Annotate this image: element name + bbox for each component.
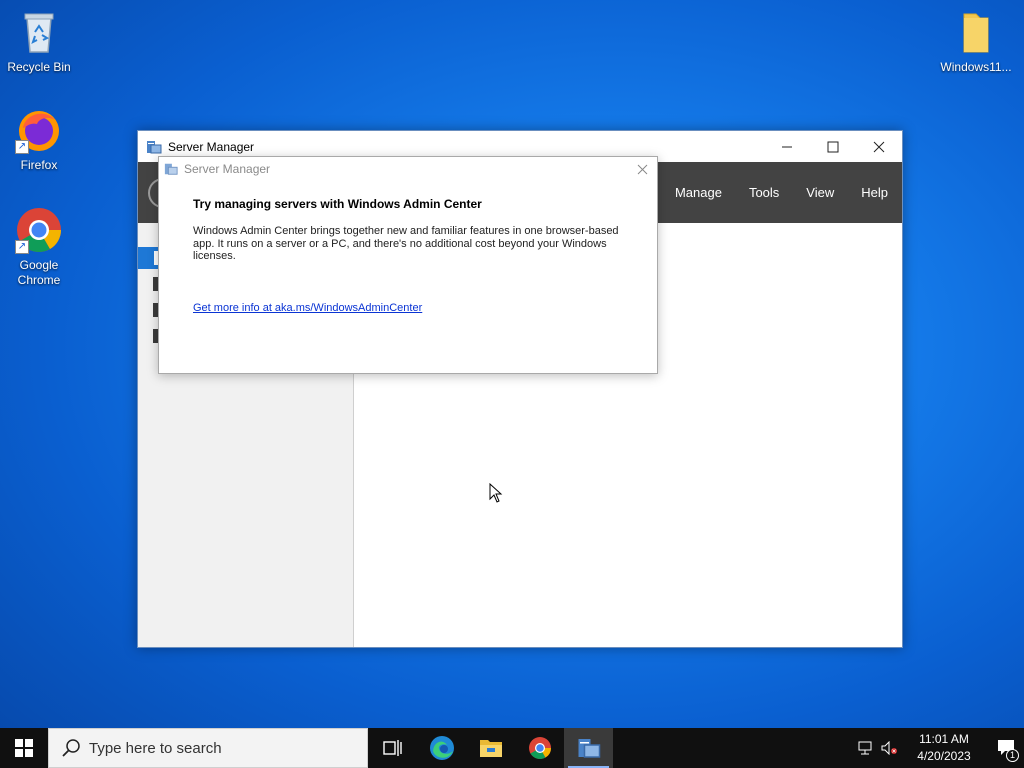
maximize-icon <box>827 141 839 152</box>
folder-icon <box>952 8 1000 56</box>
recycle-bin-icon <box>15 8 63 56</box>
minimize-button[interactable] <box>764 131 810 162</box>
mouse-cursor-icon <box>489 483 503 503</box>
clock-date: 4/20/2023 <box>917 749 971 763</box>
taskbar-edge[interactable] <box>417 728 466 768</box>
close-icon <box>637 164 647 174</box>
dialog-body: Windows Admin Center brings together new… <box>193 225 619 262</box>
taskbar-server-manager[interactable] <box>564 728 613 768</box>
admin-center-dialog: Server Manager Try managing servers with… <box>158 156 658 374</box>
desktop-icon-label: Recycle Bin <box>7 60 71 74</box>
close-button[interactable] <box>856 131 902 162</box>
task-view-icon <box>382 740 402 756</box>
close-icon <box>873 141 885 152</box>
clock-time: 11:01 AM <box>919 732 969 746</box>
menu-view[interactable]: View <box>806 185 834 200</box>
server-manager-icon <box>164 163 178 175</box>
shortcut-arrow-icon: ↗ <box>15 240 29 254</box>
desktop-icon-label: Windows11... <box>940 60 1012 74</box>
network-icon[interactable] <box>854 728 878 768</box>
maximize-button[interactable] <box>810 131 856 162</box>
desktop-icon-folder[interactable]: Windows11... <box>936 8 1016 75</box>
chrome-icon <box>528 737 551 759</box>
notification-count: 1 <box>1006 749 1019 762</box>
window-title: Server Manager <box>168 139 255 154</box>
admin-center-info-link[interactable]: Get more info at aka.ms/WindowsAdminCent… <box>193 302 422 314</box>
windows-logo-icon <box>15 739 33 757</box>
edge-icon <box>429 736 454 760</box>
chrome-icon: ↗ <box>15 206 63 254</box>
start-button[interactable] <box>0 728 48 768</box>
dialog-titlebar[interactable]: Server Manager <box>159 157 657 181</box>
firefox-icon: ↗ <box>15 106 63 154</box>
menu-tools[interactable]: Tools <box>749 185 779 200</box>
taskbar: Type here to search 11:01 AM 4/20/2023 1 <box>0 728 1024 768</box>
dialog-close-button[interactable] <box>627 157 657 181</box>
desktop-icon-firefox[interactable]: ↗ Firefox <box>1 106 77 173</box>
taskbar-file-explorer[interactable] <box>466 728 515 768</box>
search-placeholder: Type here to search <box>89 739 222 757</box>
dialog-heading: Try managing servers with Windows Admin … <box>193 197 482 211</box>
desktop-icon-label: Firefox <box>20 158 58 172</box>
server-manager-icon <box>147 140 162 153</box>
file-explorer-icon <box>479 740 502 757</box>
clock[interactable]: 11:01 AM 4/20/2023 <box>908 731 980 765</box>
menu-manage[interactable]: Manage <box>675 185 722 200</box>
desktop-icon-chrome[interactable]: ↗ Google Chrome <box>1 206 77 288</box>
system-tray: 11:01 AM 4/20/2023 1 <box>854 728 1024 768</box>
taskbar-chrome[interactable] <box>515 728 564 768</box>
search-icon <box>62 739 80 757</box>
shortcut-arrow-icon: ↗ <box>15 140 29 154</box>
taskbar-search-box[interactable]: Type here to search <box>48 728 368 768</box>
menu-help[interactable]: Help <box>861 185 888 200</box>
dialog-title: Server Manager <box>184 162 271 176</box>
desktop-icon-label: Google Chrome <box>17 258 61 287</box>
minimize-icon <box>782 146 792 147</box>
action-center-button[interactable]: 1 <box>990 728 1024 768</box>
task-view-button[interactable] <box>368 728 417 768</box>
volume-muted-icon[interactable] <box>878 728 902 768</box>
desktop-icon-recycle-bin[interactable]: Recycle Bin <box>1 8 77 75</box>
server-manager-icon <box>578 739 600 758</box>
